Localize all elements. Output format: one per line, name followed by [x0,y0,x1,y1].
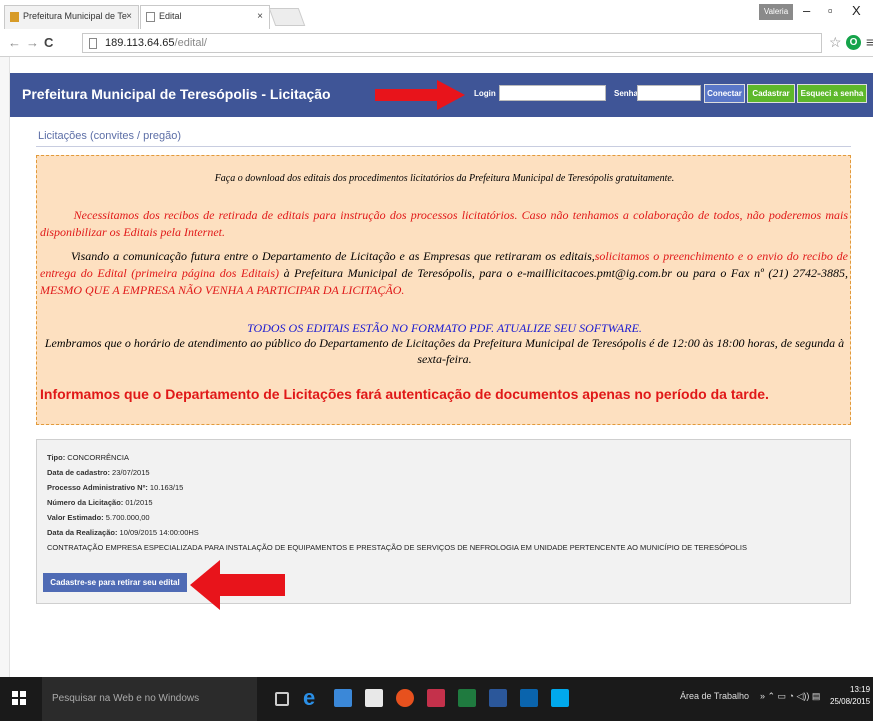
edital-valor: Valor Estimado: 5.700.000,00 [47,513,150,522]
edital-details: Tipo: CONCORRÊNCIA Data de cadastro: 23/… [47,450,747,555]
tab-prefeitura[interactable]: Prefeitura Municipal de Te × [4,5,139,29]
close-tab-icon[interactable]: × [257,11,263,22]
browser-tab-strip: Prefeitura Municipal de Te × Edital × Va… [0,0,873,29]
register-button[interactable]: Cadastrar [747,84,795,103]
senha-label: Senha [614,89,639,98]
site-title: Prefeitura Municipal de Teresópolis - Li… [22,86,331,102]
section-title: Licitações (convites / pregão) [38,130,182,142]
edital-data-cadastro: Data de cadastro: 23/07/2015 [47,468,150,477]
desktop-toolbar-label[interactable]: Área de Trabalho [680,691,749,701]
excel-icon[interactable] [458,689,476,707]
left-gutter [0,57,10,677]
edital-objeto: CONTRATAÇÃO EMPRESA ESPECIALIZADA PARA I… [47,543,748,552]
forward-icon[interactable]: → [26,35,39,50]
address-bar-row: ← → C 189.113.64.65/edital/ [0,29,873,57]
profile-button[interactable]: Valeria [759,4,793,20]
edital-tipo: Tipo: CONCORRÊNCIA [47,453,129,462]
task-view-icon[interactable] [275,692,289,706]
register-edital-button[interactable]: Cadastre-se para retirar seu edital [43,573,187,592]
favicon-icon [10,12,19,22]
notice-pdf: TODOS OS EDITAIS ESTÃO NO FORMATO PDF. A… [247,321,642,335]
close-tab-icon[interactable]: × [126,11,132,22]
store-icon[interactable] [365,689,383,707]
taskbar-clock[interactable]: 13:19 25/08/2015 [830,684,870,708]
notice-authentication: Informamos que o Departamento de Licitaç… [40,386,769,402]
tab-edital[interactable]: Edital × [140,5,270,29]
tab-label: Prefeitura Municipal de Te [23,11,127,21]
url-input[interactable]: 189.113.64.65/edital/ [82,33,822,53]
page-icon [146,12,155,22]
tab-label: Edital [159,11,182,21]
close-window-icon[interactable]: X [852,3,861,18]
edital-card: Tipo: CONCORRÊNCIA Data de cadastro: 23/… [36,439,851,604]
powerpoint-icon[interactable] [427,689,445,707]
tray-icons[interactable]: » ⌃ ▭ ◔ ◁)) ▤ [760,691,820,702]
notice-intro: Faça o download dos editais dos procedim… [214,173,675,184]
taskbar-search[interactable]: Pesquisar na Web e no Windows [42,677,257,721]
page-icon [89,38,97,49]
minimize-icon[interactable]: – [803,3,810,18]
login-label: Login [474,89,496,98]
section-divider [36,146,851,147]
notice-box: Faça o download dos editais dos procedim… [36,155,851,425]
file-explorer-icon[interactable] [334,689,352,707]
notice-communication-d: MESMO QUE A EMPRESA NÃO VENHA A PARTICIP… [40,283,405,297]
windows-taskbar: Pesquisar na Web e no Windows e Área de … [0,677,873,721]
word-icon[interactable] [489,689,507,707]
url-path: /edital/ [174,37,207,49]
clock-time: 13:19 [850,685,871,694]
chrome-icon[interactable] [396,689,414,707]
forgot-password-button[interactable]: Esqueci a senha [797,84,867,103]
edital-realizacao: Data da Realização: 10/09/2015 14:00:00H… [47,528,199,537]
clock-date: 25/08/2015 [830,697,871,706]
edital-processo: Processo Administrativo Nº: 10.163/15 [47,483,184,492]
notice-receipts-text: Necessitamos dos recibos de retirada de … [40,208,849,239]
windows-start-icon[interactable] [12,691,26,705]
new-tab-button[interactable] [268,8,306,26]
password-input[interactable] [637,85,701,101]
reload-icon[interactable]: C [44,35,53,50]
edge-icon[interactable]: e [303,687,321,709]
back-icon[interactable]: ← [8,35,21,50]
red-arrow-annotation-button [190,560,285,610]
notice-communication: Visando a comunicação futura entre o Dep… [40,248,848,299]
maximize-icon[interactable]: ▫ [828,3,833,18]
bookmark-star-icon[interactable]: ☆ [829,34,842,51]
extension-icon[interactable]: O [846,35,861,50]
notice-receipts: Necessitamos dos recibos de retirada de … [40,207,848,241]
edital-numero: Número da Licitação: 01/2015 [47,498,153,507]
outlook-icon[interactable] [520,689,538,707]
skype-icon[interactable] [551,689,569,707]
url-host: 189.113.64.65 [105,37,175,49]
login-input[interactable] [499,85,606,101]
menu-icon[interactable]: ≡ [866,34,873,50]
notice-hours: Lembramos que o horário de atendimento a… [44,336,845,366]
notice-communication-c: à Prefeitura Municipal de Teresópolis, p… [279,266,848,280]
notice-communication-a: Visando a comunicação futura entre o Dep… [70,249,595,263]
red-arrow-annotation-login [375,80,465,110]
connect-button[interactable]: Conectar [704,84,745,103]
